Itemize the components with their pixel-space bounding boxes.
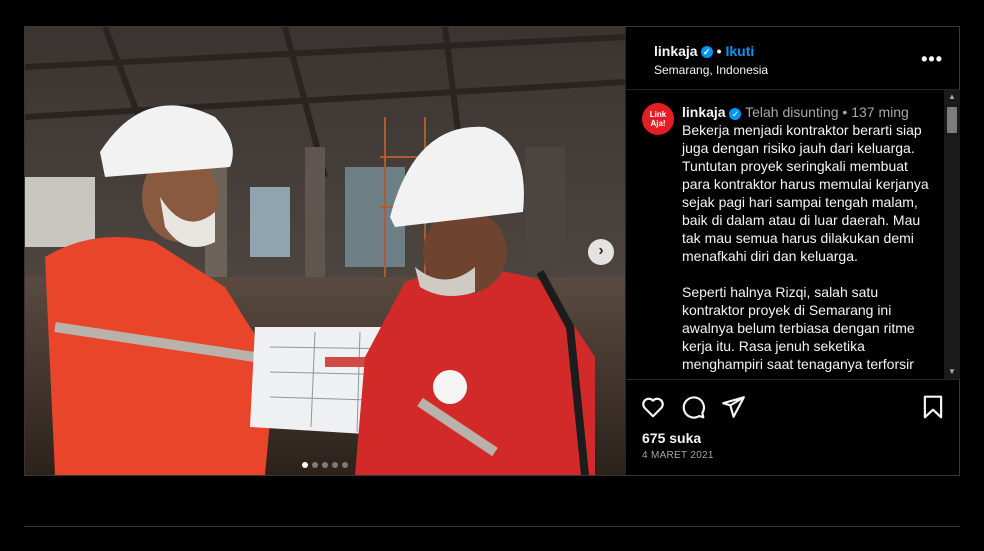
carousel-dot bbox=[312, 462, 318, 468]
carousel-next-button[interactable]: › bbox=[588, 239, 614, 265]
action-bar: 675 suka 4 MARET 2021 bbox=[626, 379, 959, 476]
verified-icon: ✓ bbox=[700, 46, 713, 58]
chevron-right-icon: › bbox=[598, 242, 604, 259]
caption-username[interactable]: linkaja bbox=[682, 104, 726, 120]
share-icon[interactable] bbox=[720, 394, 746, 420]
edited-label: Telah disunting bbox=[745, 104, 839, 120]
separator-dot: • bbox=[842, 104, 848, 120]
carousel-dot bbox=[332, 462, 338, 468]
separator-dot: • bbox=[716, 43, 722, 59]
header-username[interactable]: linkaja bbox=[654, 43, 698, 59]
scrollbar-thumb[interactable] bbox=[947, 107, 957, 133]
scroll-up-icon[interactable]: ▲ bbox=[944, 90, 960, 104]
verified-icon: ✓ bbox=[729, 108, 742, 120]
comment-icon[interactable] bbox=[680, 394, 706, 420]
time-ago[interactable]: 137 ming bbox=[851, 104, 909, 120]
likes-count[interactable]: 675 suka bbox=[642, 430, 701, 446]
construction-photo bbox=[25, 27, 625, 475]
avatar[interactable]: Link Aja! bbox=[642, 103, 674, 135]
carousel-indicator bbox=[302, 455, 352, 468]
caption-paragraph-1: Bekerja menjadi kontraktor berarti siap … bbox=[682, 122, 929, 264]
carousel-dot bbox=[342, 462, 348, 468]
bookmark-icon[interactable] bbox=[920, 394, 946, 420]
carousel-dot bbox=[322, 462, 328, 468]
post-header: linkaja ✓ • Ikuti Semarang, Indonesia ••• bbox=[626, 27, 959, 90]
location-link[interactable]: Semarang, Indonesia bbox=[654, 63, 768, 77]
caption-area: Link Aja! linkaja ✓ Telah disunting • 13… bbox=[626, 90, 944, 379]
divider bbox=[24, 526, 960, 527]
caption-scrollbar[interactable]: ▲ ▼ bbox=[944, 90, 960, 379]
avatar-logo-text: Link Aja! bbox=[649, 110, 667, 128]
post-date: 4 MARET 2021 bbox=[642, 450, 714, 461]
caption-paragraph-2: Seperti halnya Rizqi, salah satu kontrak… bbox=[682, 284, 915, 372]
post-sidebar: linkaja ✓ • Ikuti Semarang, Indonesia ••• L… bbox=[625, 27, 960, 476]
follow-button[interactable]: Ikuti bbox=[726, 43, 755, 59]
scroll-down-icon[interactable]: ▼ bbox=[944, 365, 960, 379]
post-card: › linkaja ✓ • Ikuti Semarang, Indonesia •••… bbox=[24, 26, 960, 476]
more-icon[interactable]: ••• bbox=[921, 49, 943, 70]
caption-text: linkaja ✓ Telah disunting • 137 ming Bek… bbox=[682, 103, 932, 379]
post-image[interactable]: › bbox=[25, 27, 625, 475]
carousel-dot bbox=[302, 462, 308, 468]
heart-icon[interactable] bbox=[640, 394, 666, 420]
